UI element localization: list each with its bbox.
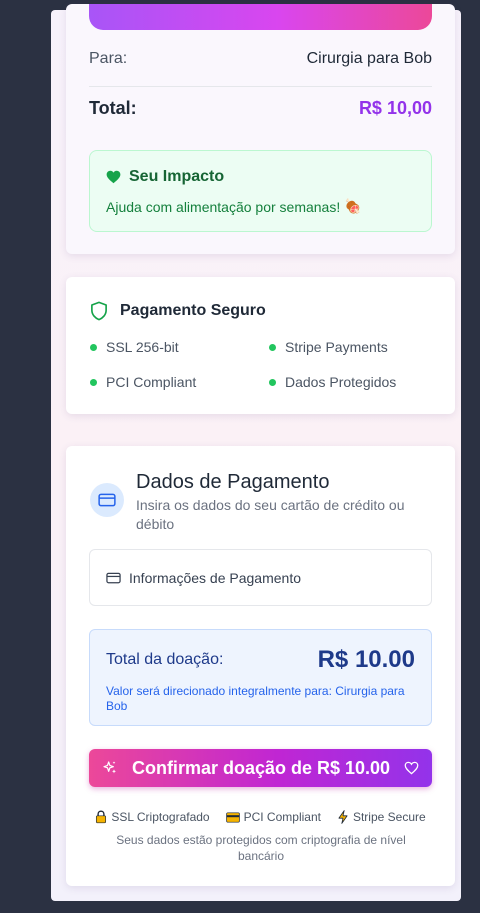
security-feature-label: Stripe Payments bbox=[285, 339, 388, 355]
total-value: R$ 10,00 bbox=[358, 98, 432, 118]
recipient-label: Para: bbox=[89, 50, 128, 67]
lock-icon bbox=[95, 810, 107, 824]
impact-title-row: Seu Impacto bbox=[106, 168, 415, 186]
payment-info-section[interactable]: Informações de Pagamento bbox=[89, 549, 432, 606]
total-row: Total: R$ 10,00 bbox=[89, 98, 432, 119]
status-dot bbox=[90, 343, 97, 351]
badge-label: SSL Criptografado bbox=[111, 810, 210, 824]
security-feature-ssl: SSL 256-bit bbox=[90, 339, 179, 355]
summary-divider bbox=[89, 86, 432, 87]
credit-card-icon bbox=[106, 572, 121, 584]
status-dot bbox=[90, 378, 97, 386]
donation-destination-note: Valor será direcionado integralmente par… bbox=[106, 684, 405, 713]
security-feature-data: Dados Protegidos bbox=[269, 374, 396, 390]
heart-icon bbox=[106, 170, 121, 184]
badge-label: PCI Compliant bbox=[243, 810, 321, 824]
badge-pci: PCI Compliant bbox=[225, 810, 321, 824]
donation-summary-card: Para: Cirurgia para Bob Total: R$ 10,00 … bbox=[66, 4, 455, 254]
security-badges: SSL Criptografado PCI Compliant Stripe S… bbox=[89, 810, 432, 824]
heart-icon bbox=[404, 761, 419, 775]
badge-label: Stripe Secure bbox=[352, 810, 426, 824]
secure-title: Pagamento Seguro bbox=[120, 302, 266, 319]
bolt-icon bbox=[337, 810, 349, 824]
security-feature-label: PCI Compliant bbox=[106, 374, 197, 390]
status-dot bbox=[269, 378, 276, 386]
payment-details-card: Dados de Pagamento Insira os dados do se… bbox=[66, 446, 455, 886]
security-feature-label: SSL 256-bit bbox=[106, 339, 179, 355]
impact-text: Ajuda com alimentação por semanas! bbox=[106, 198, 341, 215]
confirm-donation-button[interactable]: Confirmar doação de R$ 10.00 bbox=[89, 749, 432, 787]
badge-ssl: SSL Criptografado bbox=[95, 810, 210, 824]
donation-total-row: Total da doação: R$ 10.00 bbox=[106, 646, 415, 674]
payment-subtitle: Insira os dados do seu cartão de crédito… bbox=[136, 497, 405, 532]
donation-total-box: Total da doação: R$ 10.00 Valor será dir… bbox=[89, 629, 432, 726]
summary-gradient-bar bbox=[89, 4, 432, 30]
donation-total-value: R$ 10.00 bbox=[317, 646, 415, 673]
badge-stripe: Stripe Secure bbox=[337, 810, 426, 824]
credit-card-icon bbox=[90, 483, 124, 517]
shield-icon bbox=[90, 301, 108, 321]
confirm-donation-label: Confirmar doação de R$ 10.00 bbox=[131, 757, 391, 778]
secure-payment-card: Pagamento Seguro SSL 256-bit Stripe Paym… bbox=[66, 277, 455, 414]
security-feature-stripe: Stripe Payments bbox=[269, 339, 388, 355]
payment-header: Dados de Pagamento Insira os dados do se… bbox=[90, 470, 435, 534]
payment-title: Dados de Pagamento bbox=[136, 471, 330, 493]
impact-title: Seu Impacto bbox=[129, 168, 225, 185]
total-label: Total: bbox=[89, 98, 137, 118]
payment-header-text: Dados de Pagamento Insira os dados do se… bbox=[136, 470, 435, 534]
security-feature-label: Dados Protegidos bbox=[285, 374, 397, 390]
sparkles-icon bbox=[102, 760, 118, 776]
donation-panel: Para: Cirurgia para Bob Total: R$ 10,00 … bbox=[51, 4, 461, 901]
impact-text-row: Ajuda com alimentação por semanas! 🍖 bbox=[106, 198, 415, 215]
meat-emoji-icon: 🍖 bbox=[344, 198, 362, 214]
security-footnote: Seus dados estão protegidos com criptogr… bbox=[116, 833, 406, 863]
credit-card-icon bbox=[225, 811, 240, 823]
payment-info-label: Informações de Pagamento bbox=[129, 569, 301, 586]
security-feature-pci: PCI Compliant bbox=[90, 374, 196, 390]
donation-total-label: Total da doação: bbox=[106, 651, 224, 668]
status-dot bbox=[269, 343, 276, 351]
recipient-value: Cirurgia para Bob bbox=[306, 50, 432, 67]
impact-box: Seu Impacto Ajuda com alimentação por se… bbox=[89, 150, 432, 232]
recipient-row: Para: Cirurgia para Bob bbox=[89, 50, 432, 68]
secure-title-row: Pagamento Seguro bbox=[90, 301, 266, 321]
